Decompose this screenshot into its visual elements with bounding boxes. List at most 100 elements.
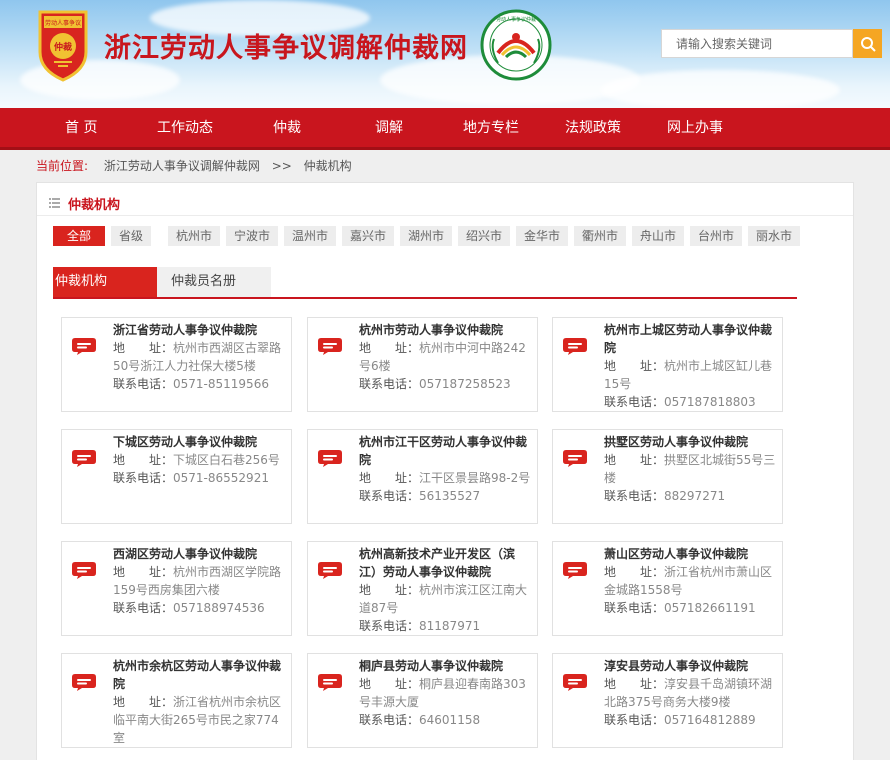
main-nav: 首 页 工作动态 仲裁 调解 地方专栏 法规政策 网上办事 xyxy=(0,108,890,150)
nav-item-online-services[interactable]: 网上办事 xyxy=(667,108,723,148)
chat-bubble-icon xyxy=(563,562,587,579)
filter-shaoxing[interactable]: 绍兴市 xyxy=(458,226,511,246)
panel-title: 仲裁机构 xyxy=(68,197,121,213)
filter-quzhou[interactable]: 衢州市 xyxy=(574,226,627,246)
breadcrumb-label: 当前位置: xyxy=(36,159,89,173)
filter-taizhou[interactable]: 台州市 xyxy=(690,226,743,246)
institution-name[interactable]: 杭州市余杭区劳动人事争议仲裁院 xyxy=(113,657,287,693)
nav-item-arbitration[interactable]: 仲裁 xyxy=(273,108,301,148)
institution-name[interactable]: 西湖区劳动人事争议仲裁院 xyxy=(113,545,287,563)
chat-bubble-icon xyxy=(72,674,96,691)
institution-card[interactable]: 下城区劳动人事争议仲裁院 地 址：下城区白石巷256号 联系电话：0571-86… xyxy=(61,429,292,524)
nav-item-local-column[interactable]: 地方专栏 xyxy=(463,108,519,148)
institution-card[interactable]: 杭州高新技术产业开发区（滨江）劳动人事争议仲裁院 地 址：杭州市滨江区江南大道8… xyxy=(307,541,538,636)
institution-name[interactable]: 杭州高新技术产业开发区（滨江）劳动人事争议仲裁院 xyxy=(359,545,533,581)
filter-all[interactable]: 全部 xyxy=(53,226,105,246)
institution-card[interactable]: 淳安县劳动人事争议仲裁院 地 址：淳安县千岛湖镇环湖北路375号商务大楼9楼 联… xyxy=(552,653,783,748)
institution-name[interactable]: 淳安县劳动人事争议仲裁院 xyxy=(604,657,778,675)
address-label: 地 址： xyxy=(359,471,420,485)
address-label: 地 址： xyxy=(113,453,174,467)
phone-value: 057164812889 xyxy=(664,713,756,727)
list-icon xyxy=(49,198,60,208)
tab-bar: 仲裁机构 仲裁员名册 xyxy=(53,267,797,299)
institution-card[interactable]: 萧山区劳动人事争议仲裁院 地 址：浙江省杭州市萧山区金城路1558号 联系电话：… xyxy=(552,541,783,636)
institution-card[interactable]: 杭州市江干区劳动人事争议仲裁院 地 址：江干区景昙路98-2号 联系电话：561… xyxy=(307,429,538,524)
card-body: 杭州市余杭区劳动人事争议仲裁院 地 址：浙江省杭州市余杭区临平南大街265号市民… xyxy=(113,657,287,747)
institution-name[interactable]: 桐庐县劳动人事争议仲裁院 xyxy=(359,657,533,675)
phone-value: 057187818803 xyxy=(664,395,756,409)
site-header: 劳动人事争议 仲裁 浙江劳动人事争议调解仲裁网 劳动人事争议仲裁 xyxy=(0,0,890,108)
institution-card[interactable]: 杭州市上城区劳动人事争议仲裁院 地 址：杭州市上城区缸儿巷15号 联系电话：05… xyxy=(552,317,783,412)
institution-card[interactable]: 杭州市余杭区劳动人事争议仲裁院 地 址：浙江省杭州市余杭区临平南大街265号市民… xyxy=(61,653,292,748)
card-body: 下城区劳动人事争议仲裁院 地 址：下城区白石巷256号 联系电话：0571-86… xyxy=(113,433,287,487)
search-box xyxy=(661,29,853,58)
institution-name[interactable]: 下城区劳动人事争议仲裁院 xyxy=(113,433,287,451)
address-row: 地 址：拱墅区北城街55号三楼 xyxy=(604,451,778,487)
search-input[interactable] xyxy=(662,30,852,57)
phone-label: 联系电话： xyxy=(604,395,665,409)
card-body: 杭州市劳动人事争议仲裁院 地 址：杭州市中河中路242号6楼 联系电话：0571… xyxy=(359,321,533,393)
phone-label: 联系电话： xyxy=(604,713,665,727)
address-label: 地 址： xyxy=(359,677,420,691)
phone-label: 联系电话： xyxy=(113,377,174,391)
institution-card[interactable]: 西湖区劳动人事争议仲裁院 地 址：杭州市西湖区学院路159号西房集团六楼 联系电… xyxy=(61,541,292,636)
chat-bubble-icon xyxy=(563,450,587,467)
site-title[interactable]: 浙江劳动人事争议调解仲裁网 xyxy=(104,26,468,65)
filter-hangzhou[interactable]: 杭州市 xyxy=(168,226,221,246)
filter-jinhua[interactable]: 金华市 xyxy=(516,226,569,246)
filter-lishui[interactable]: 丽水市 xyxy=(748,226,801,246)
cloud-decoration xyxy=(600,70,840,108)
filter-huzhou[interactable]: 湖州市 xyxy=(400,226,453,246)
phone-label: 联系电话： xyxy=(359,713,420,727)
chat-bubble-icon xyxy=(563,338,587,355)
card-body: 杭州市上城区劳动人事争议仲裁院 地 址：杭州市上城区缸儿巷15号 联系电话：05… xyxy=(604,321,778,411)
emblem-text-mid: 仲裁 xyxy=(54,41,72,53)
institution-card[interactable]: 浙江省劳动人事争议仲裁院 地 址：杭州市西湖区古翠路50号浙江人力社保大楼5楼 … xyxy=(61,317,292,412)
phone-value: 56135527 xyxy=(419,489,481,503)
breadcrumb-current[interactable]: 仲裁机构 xyxy=(304,159,352,173)
phone-row: 联系电话：0571-85119566 xyxy=(113,375,287,393)
phone-value: 057188974536 xyxy=(173,601,265,615)
tab-arbitrator-roster[interactable]: 仲裁员名册 xyxy=(157,267,271,297)
filter-ningbo[interactable]: 宁波市 xyxy=(226,226,279,246)
institution-card[interactable]: 杭州市劳动人事争议仲裁院 地 址：杭州市中河中路242号6楼 联系电话：0571… xyxy=(307,317,538,412)
card-body: 拱墅区劳动人事争议仲裁院 地 址：拱墅区北城街55号三楼 联系电话：882972… xyxy=(604,433,778,505)
logo2-text: 劳动人事争议仲裁 xyxy=(496,16,536,23)
filter-province[interactable]: 省级 xyxy=(111,226,152,246)
institution-name[interactable]: 拱墅区劳动人事争议仲裁院 xyxy=(604,433,778,451)
phone-value: 0571-86552921 xyxy=(173,471,269,485)
filter-zhoushan[interactable]: 舟山市 xyxy=(632,226,685,246)
breadcrumb-home-link[interactable]: 浙江劳动人事争议调解仲裁网 xyxy=(104,159,260,173)
nav-item-mediation[interactable]: 调解 xyxy=(375,108,403,148)
card-body: 萧山区劳动人事争议仲裁院 地 址：浙江省杭州市萧山区金城路1558号 联系电话：… xyxy=(604,545,778,617)
chat-bubble-icon xyxy=(72,338,96,355)
filter-wenzhou[interactable]: 温州市 xyxy=(284,226,337,246)
mediation-arbitration-logo[interactable]: 劳动人事争议仲裁 xyxy=(480,9,552,81)
phone-row: 联系电话：88297271 xyxy=(604,487,778,505)
tab-arbitration-institutions[interactable]: 仲裁机构 xyxy=(53,267,157,297)
address-label: 地 址： xyxy=(113,695,174,709)
nav-item-regulations[interactable]: 法规政策 xyxy=(565,108,621,148)
nav-item-news[interactable]: 工作动态 xyxy=(157,108,213,148)
address-label: 地 址： xyxy=(359,341,420,355)
institution-card[interactable]: 拱墅区劳动人事争议仲裁院 地 址：拱墅区北城街55号三楼 联系电话：882972… xyxy=(552,429,783,524)
institution-name[interactable]: 杭州市劳动人事争议仲裁院 xyxy=(359,321,533,339)
arbitration-emblem-logo[interactable]: 劳动人事争议 仲裁 xyxy=(34,6,92,82)
institution-name[interactable]: 杭州市江干区劳动人事争议仲裁院 xyxy=(359,433,533,469)
institution-name[interactable]: 萧山区劳动人事争议仲裁院 xyxy=(604,545,778,563)
phone-label: 联系电话： xyxy=(113,601,174,615)
nav-item-home[interactable]: 首 页 xyxy=(65,108,97,148)
institution-name[interactable]: 杭州市上城区劳动人事争议仲裁院 xyxy=(604,321,778,357)
address-label: 地 址： xyxy=(113,341,174,355)
address-row: 地 址：杭州市西湖区学院路159号西房集团六楼 xyxy=(113,563,287,599)
institution-name[interactable]: 浙江省劳动人事争议仲裁院 xyxy=(113,321,287,339)
phone-value: 81187971 xyxy=(419,619,481,633)
phone-value: 057182661191 xyxy=(664,601,756,615)
chat-bubble-icon xyxy=(318,338,342,355)
search-button[interactable] xyxy=(853,29,882,58)
institution-card[interactable]: 桐庐县劳动人事争议仲裁院 地 址：桐庐县迎春南路303号丰源大厦 联系电话：64… xyxy=(307,653,538,748)
address-row: 地 址：江干区景昙路98-2号 xyxy=(359,469,533,487)
address-value: 江干区景昙路98-2号 xyxy=(419,471,531,485)
filter-jiaxing[interactable]: 嘉兴市 xyxy=(342,226,395,246)
phone-value: 64601158 xyxy=(419,713,481,727)
